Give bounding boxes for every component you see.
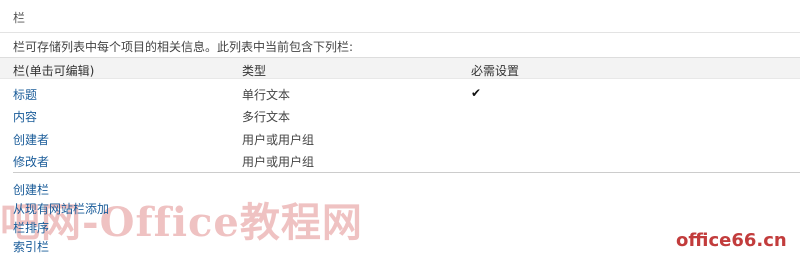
section-title: 栏 [13,11,26,25]
columns-table-header: 栏(单击可编辑) 类型 必需设置 [0,57,800,79]
column-link-title[interactable]: 标题 [13,86,37,103]
table-row: 修改者 用户或用户组 [0,149,800,171]
header-column-required: 必需设置 [471,64,520,78]
header-column-type: 类型 [242,64,267,78]
watermark: 吧网-Office教程网 [0,199,363,246]
add-from-site-columns-link[interactable]: 从现有网站栏添加 [13,200,109,217]
header-column-name: 栏(单击可编辑) [13,64,95,78]
table-row: 内容 多行文本 [0,104,800,126]
indexed-columns-link[interactable]: 索引栏 [13,238,49,255]
column-type: 多行文本 [242,110,291,124]
column-link-content[interactable]: 内容 [13,108,37,125]
required-check-icon: ✔ [471,86,482,100]
column-type: 用户或用户组 [242,155,315,169]
column-link-modified-by[interactable]: 修改者 [13,153,49,170]
column-link-created-by[interactable]: 创建者 [13,131,49,148]
site-watermark: office66.cn [676,230,787,251]
section-description: 栏可存储列表中每个项目的相关信息。此列表中当前包含下列栏: [13,40,354,54]
table-row: 标题 单行文本 ✔ [0,82,800,104]
create-column-link[interactable]: 创建栏 [13,181,49,198]
section-header: 栏 [0,0,800,33]
column-type: 单行文本 [242,88,291,102]
table-row: 创建者 用户或用户组 [0,127,800,149]
column-type: 用户或用户组 [242,133,315,147]
column-ordering-link[interactable]: 栏排序 [13,219,49,236]
divider [13,172,800,173]
